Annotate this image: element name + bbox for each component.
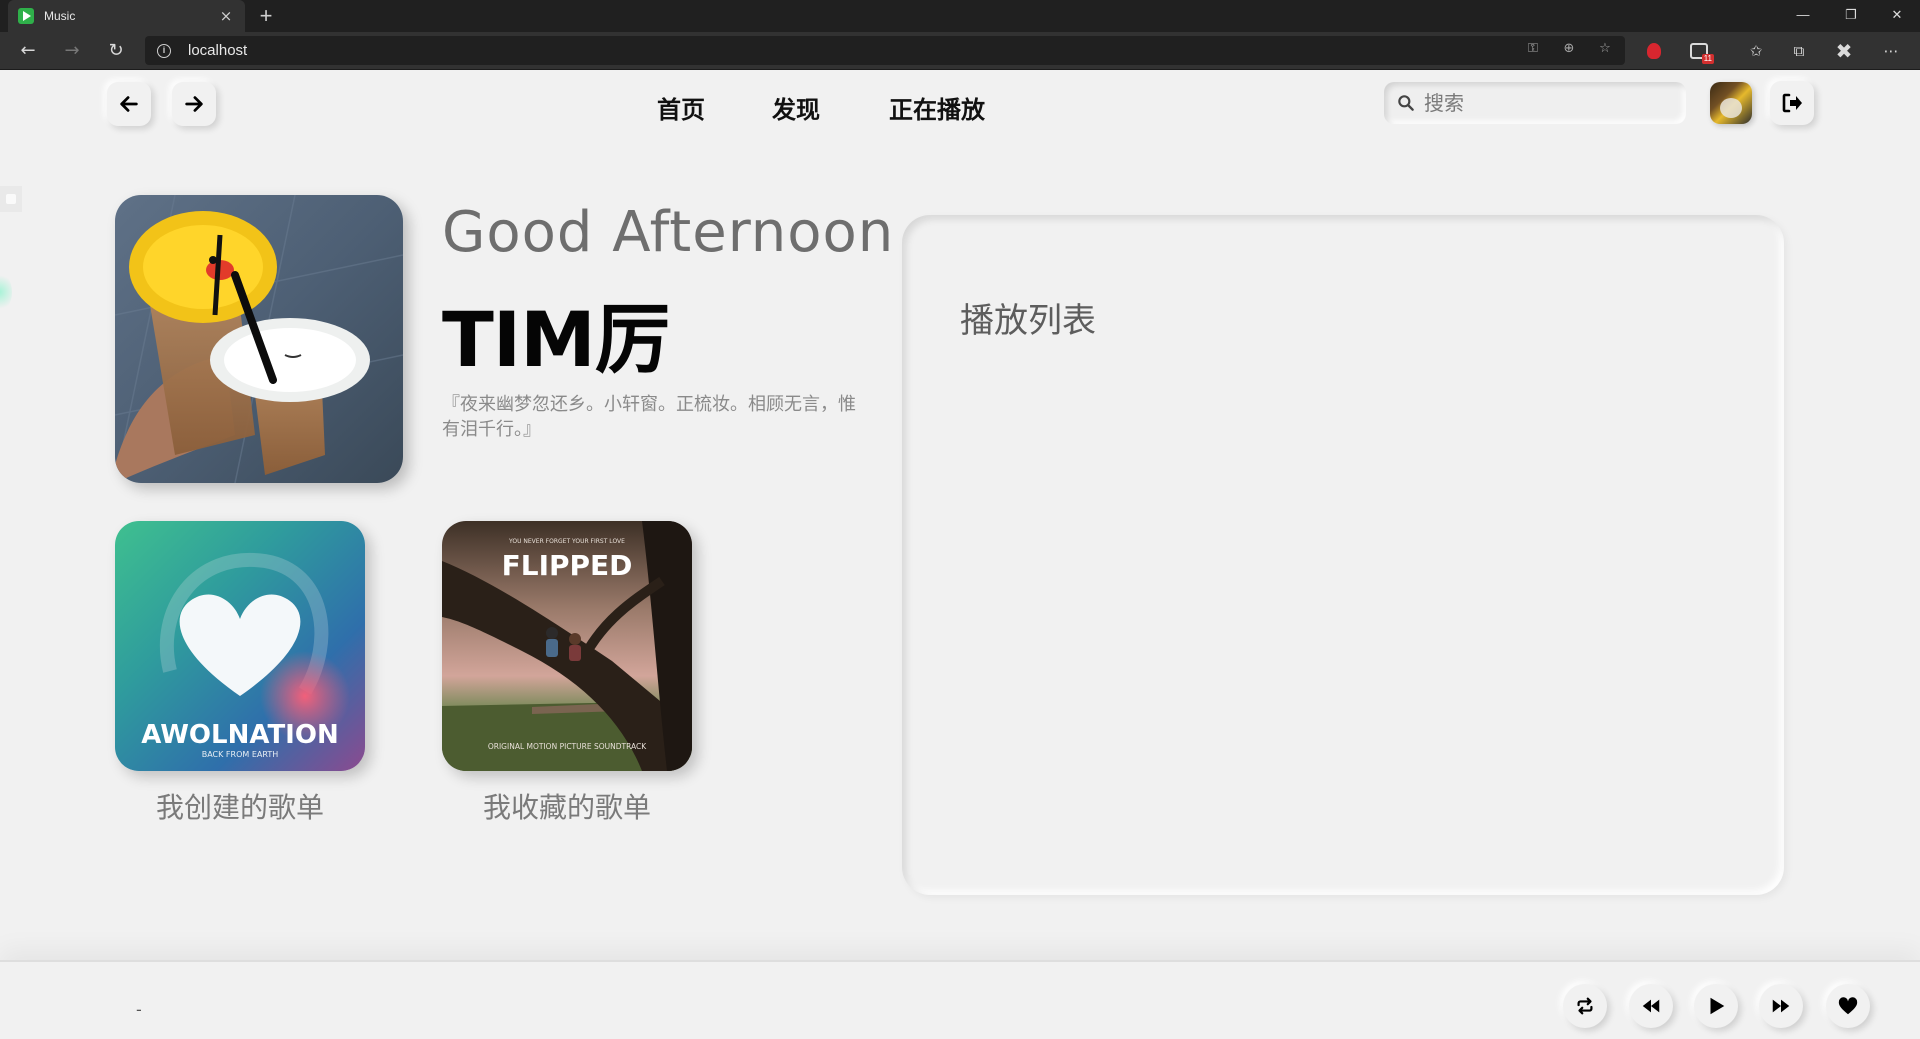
restore-button[interactable]: ❐ — [1828, 0, 1874, 30]
created-playlist-cover[interactable]: AWOLNATION BACK FROM EARTH — [115, 521, 365, 771]
side-glow-decoration — [0, 272, 12, 312]
arrow-right-icon — [185, 96, 203, 112]
next-button[interactable] — [1759, 984, 1803, 1028]
music-favicon-icon — [18, 8, 34, 24]
browser-back-icon[interactable]: ← — [14, 37, 42, 65]
extension-badge-icon[interactable]: 11 — [1688, 40, 1714, 64]
previous-button[interactable] — [1629, 984, 1673, 1028]
reload-icon[interactable]: ↻ — [102, 37, 130, 65]
tools-icon[interactable]: ✖ — [1833, 39, 1855, 63]
zoom-icon[interactable]: ⊕ — [1559, 41, 1579, 56]
collections-icon[interactable]: ⧉ — [1788, 40, 1810, 62]
nav-home[interactable]: 首页 — [657, 90, 705, 125]
flipped-cover-subtitle: ORIGINAL MOTION PICTURE SOUNDTRACK — [488, 742, 647, 751]
avatar[interactable] — [1710, 82, 1752, 124]
tab-title: Music — [44, 9, 76, 23]
repeat-icon — [1577, 997, 1593, 1015]
search-input[interactable] — [1424, 88, 1674, 118]
next-icon — [1772, 999, 1790, 1013]
search-box — [1384, 82, 1686, 124]
play-icon — [1710, 997, 1725, 1015]
back-button[interactable] — [107, 82, 151, 126]
search-icon — [1398, 95, 1414, 111]
flipped-cover-tagline: YOU NEVER FORGET YOUR FIRST LOVE — [508, 538, 625, 545]
nav-discover[interactable]: 发现 — [772, 90, 820, 125]
extension-red-icon[interactable] — [1643, 40, 1665, 62]
play-button[interactable] — [1694, 984, 1738, 1028]
awolnation-cover-title: AWOLNATION — [141, 720, 338, 750]
minimize-button[interactable]: — — [1780, 0, 1826, 30]
favorite-playlist-label[interactable]: 我收藏的歌单 — [442, 786, 692, 826]
awolnation-cover-subtitle: BACK FROM EARTH — [202, 750, 279, 759]
like-button[interactable] — [1826, 984, 1870, 1028]
logout-icon — [1782, 93, 1802, 113]
tab-close-icon[interactable]: × — [217, 7, 235, 25]
repeat-button[interactable] — [1563, 984, 1607, 1028]
player-bar: - — [0, 960, 1920, 1039]
previous-icon — [1642, 999, 1660, 1013]
url-text[interactable]: localhost — [188, 42, 247, 59]
playlist-panel-title: 播放列表 — [960, 301, 1096, 341]
more-menu-icon[interactable]: ⋯ — [1880, 40, 1902, 62]
arrow-left-icon — [120, 96, 138, 112]
created-playlist-label[interactable]: 我创建的歌单 — [115, 786, 365, 826]
site-info-icon[interactable]: i — [157, 44, 171, 58]
browser-tab[interactable]: Music × — [8, 0, 245, 32]
profile-cover-image — [115, 195, 403, 483]
address-bar[interactable]: i localhost ⚿ ⊕ ☆ — [145, 36, 1625, 65]
heart-icon — [1838, 997, 1858, 1015]
new-tab-button[interactable]: + — [254, 3, 278, 29]
browser-toolbar: ← → ↻ i localhost ⚿ ⊕ ☆ 11 ✩ ⧉ ✖ ⋯ — [0, 32, 1920, 70]
playlist-panel: 播放列表 — [902, 215, 1784, 895]
key-icon[interactable]: ⚿ — [1523, 41, 1543, 56]
flipped-cover-title: FLIPPED — [502, 549, 633, 582]
user-signature: 『夜来幽梦忽还乡。小轩窗。正梳妆。相顾无言，惟有泪千行。』 — [442, 394, 856, 440]
close-window-button[interactable]: ✕ — [1874, 0, 1920, 30]
greeting: Good Afternoon — [442, 200, 895, 265]
username: TIM厉 — [442, 295, 671, 384]
extension-badge-count: 11 — [1701, 54, 1714, 64]
nav-now-playing[interactable]: 正在播放 — [889, 90, 985, 125]
side-handle[interactable] — [0, 186, 22, 212]
logout-button[interactable] — [1770, 81, 1814, 125]
now-playing-text: - — [136, 1000, 142, 1019]
favorite-playlist-cover[interactable]: YOU NEVER FORGET YOUR FIRST LOVE FLIPPED… — [442, 521, 692, 771]
favorite-star-icon[interactable]: ☆ — [1595, 41, 1615, 56]
forward-button[interactable] — [172, 82, 216, 126]
browser-tab-bar: Music × + — ❐ ✕ — [0, 0, 1920, 32]
favorites-icon[interactable]: ✩ — [1745, 40, 1767, 62]
browser-forward-icon[interactable]: → — [58, 37, 86, 65]
